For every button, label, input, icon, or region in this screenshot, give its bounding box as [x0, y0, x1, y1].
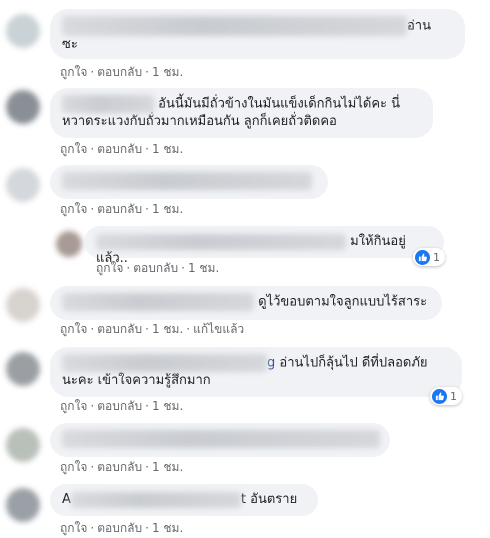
timestamp[interactable]: 1 ชม.: [152, 322, 183, 336]
thumbs-up-icon: [432, 388, 447, 404]
name-fragment: t: [240, 492, 247, 507]
reply-link[interactable]: ตอบกลับ: [133, 261, 178, 275]
timestamp[interactable]: 1 ชม.: [152, 460, 183, 474]
comment-actions: ถูกใจ · ตอบกลับ · 1 ชม.: [60, 521, 184, 535]
commenter-name[interactable]: [70, 491, 241, 508]
comment-actions: ถูกใจ · ตอบกลับ · 1 ชม. · แก้ไขแล้ว: [60, 322, 245, 336]
reply-link[interactable]: ตอบกลับ: [97, 399, 142, 413]
commenter-name[interactable]: [62, 293, 254, 311]
name-fragment: A: [62, 492, 71, 507]
reply-link[interactable]: ตอบกลับ: [97, 202, 142, 216]
timestamp[interactable]: 1 ชม.: [152, 65, 183, 79]
timestamp[interactable]: 1 ชม.: [152, 142, 183, 156]
comment-bubble: At อันตราย: [50, 484, 318, 516]
thumbs-up-icon: [415, 249, 430, 265]
reply-link[interactable]: ตอบกลับ: [97, 322, 142, 336]
commenter-name[interactable]: [96, 233, 346, 250]
commenter-name[interactable]: [62, 16, 407, 36]
like-link[interactable]: ถูกใจ: [60, 142, 87, 156]
avatar[interactable]: [6, 288, 40, 322]
commenter-name[interactable]: [62, 354, 267, 372]
comment-bubble: g อ่านไปก็ลุ้นไป ดีที่ปลอดภัย นะคะ เข้าใ…: [50, 347, 462, 397]
comment-bubble: [50, 423, 390, 457]
comment-bubble: อันนี้มันมีถั่วข้างในมันแข็งเด็กกินไม่ได…: [50, 88, 433, 138]
reaction-count[interactable]: 1: [430, 387, 462, 405]
comment-bubble: [50, 165, 328, 199]
reaction-number: 1: [450, 389, 457, 403]
commenter-name[interactable]: [62, 430, 380, 448]
comment-text: ดูไว้ขอบตามใจลูกแบบไร้สาระ: [258, 294, 428, 310]
avatar[interactable]: [6, 428, 40, 462]
like-link[interactable]: ถูกใจ: [60, 202, 87, 216]
like-link[interactable]: ถูกใจ: [60, 521, 87, 535]
edited-link[interactable]: แก้ไขแล้ว: [193, 322, 244, 336]
reply-link[interactable]: ตอบกลับ: [97, 142, 142, 156]
timestamp[interactable]: 1 ชม.: [152, 202, 183, 216]
reaction-count[interactable]: 1: [413, 248, 445, 266]
like-link[interactable]: ถูกใจ: [60, 322, 87, 336]
comment-actions: ถูกใจ · ตอบกลับ · 1 ชม.: [96, 261, 220, 275]
reply-link[interactable]: ตอบกลับ: [97, 521, 142, 535]
commenter-name[interactable]: [62, 172, 312, 190]
like-link[interactable]: ถูกใจ: [60, 399, 87, 413]
name-fragment: g: [267, 355, 276, 371]
timestamp[interactable]: 1 ชม.: [188, 261, 219, 275]
like-link[interactable]: ถูกใจ: [60, 65, 87, 79]
like-link[interactable]: ถูกใจ: [60, 460, 87, 474]
comment-actions: ถูกใจ · ตอบกลับ · 1 ชม.: [60, 65, 184, 79]
avatar[interactable]: [6, 90, 40, 124]
avatar[interactable]: [6, 352, 40, 386]
comment-bubble: มให้กินอยู่แล้ว..: [84, 226, 444, 266]
timestamp[interactable]: 1 ชม.: [152, 399, 183, 413]
comment-bubble: อ่าน ซะ: [50, 9, 465, 59]
comment-actions: ถูกใจ · ตอบกลับ · 1 ชม.: [60, 202, 184, 216]
timestamp[interactable]: 1 ชม.: [152, 521, 183, 535]
comment-actions: ถูกใจ · ตอบกลับ · 1 ชม.: [60, 460, 184, 474]
avatar[interactable]: [6, 168, 40, 202]
avatar[interactable]: [6, 488, 40, 522]
avatar[interactable]: [56, 231, 82, 257]
reaction-number: 1: [433, 250, 440, 264]
avatar[interactable]: [6, 14, 40, 48]
reply-link[interactable]: ตอบกลับ: [97, 460, 142, 474]
comment-actions: ถูกใจ · ตอบกลับ · 1 ชม.: [60, 399, 184, 413]
comment-text: อันตราย: [250, 492, 298, 507]
comment-actions: ถูกใจ · ตอบกลับ · 1 ชม.: [60, 142, 184, 156]
comment-bubble: ดูไว้ขอบตามใจลูกแบบไร้สาระ: [50, 286, 442, 320]
reply-link[interactable]: ตอบกลับ: [97, 65, 142, 79]
like-link[interactable]: ถูกใจ: [96, 261, 123, 275]
commenter-name[interactable]: [62, 95, 154, 113]
